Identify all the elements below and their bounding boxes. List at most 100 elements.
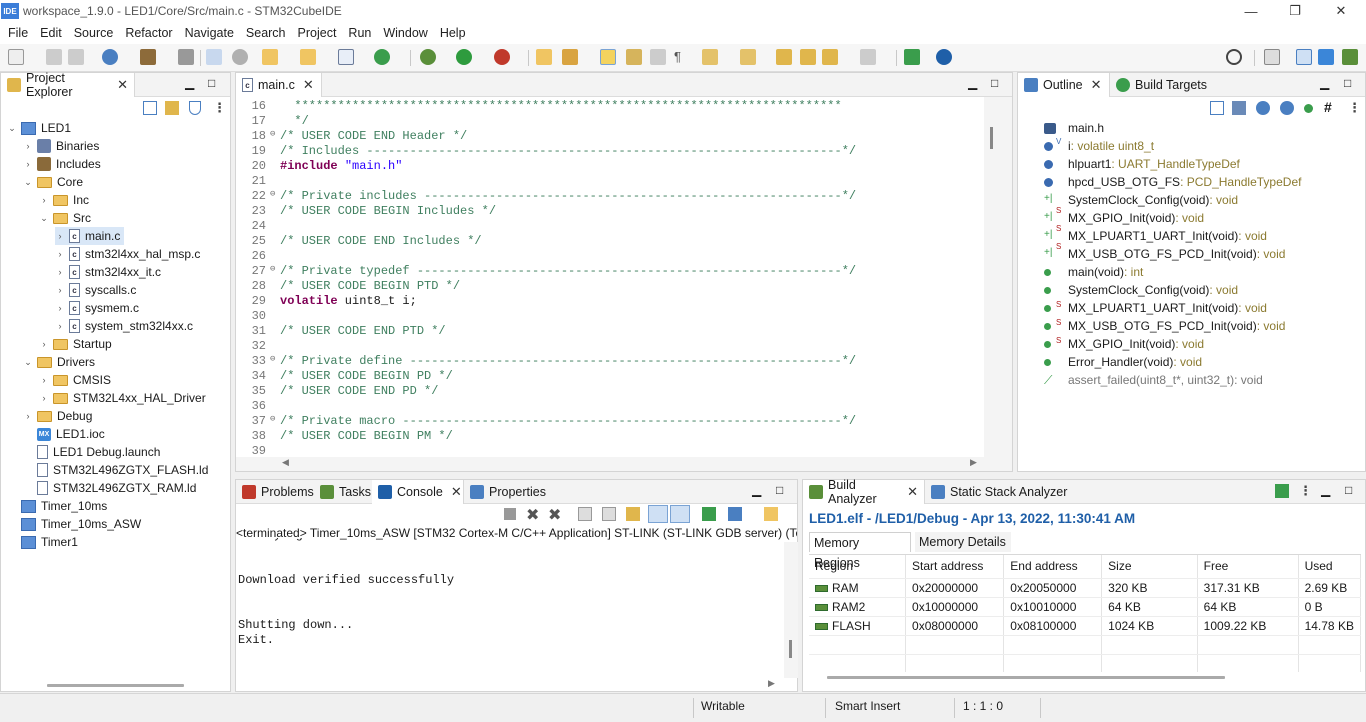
expand-arrow-icon[interactable]: ⌄ (7, 123, 17, 134)
menu-edit[interactable]: Edit (34, 26, 68, 40)
tab-main-c[interactable]: c main.c ✕ (236, 73, 322, 97)
open-perspective-icon[interactable] (904, 49, 920, 65)
collapse-all-icon[interactable] (143, 101, 157, 115)
outline-item[interactable]: SystemClock_Config(void) : void (1044, 281, 1238, 299)
view-menu-icon[interactable]: ⋮ (1299, 483, 1312, 499)
minimize-view-icon[interactable]: ▁ (1321, 483, 1330, 497)
collapse-arrow-icon[interactable]: › (39, 195, 49, 205)
horizontal-scrollbar[interactable]: ◀ ▶ (236, 457, 1012, 471)
maximize-view-icon[interactable]: □ (1344, 76, 1351, 90)
outline-item[interactable]: +| S MX_USB_OTG_FS_PCD_Init(void) : void (1044, 242, 1285, 263)
minimize-view-icon[interactable]: ▁ (185, 76, 194, 90)
scroll-thumb[interactable] (789, 640, 792, 658)
menu-window[interactable]: Window (377, 26, 433, 40)
minimize-view-icon[interactable]: ▁ (1320, 76, 1329, 90)
maximize-view-icon[interactable]: □ (991, 76, 998, 90)
table-row[interactable]: RAM 0x20000000 0x20050000 320 KB 317.31 KB 2.… (809, 578, 1361, 598)
close-icon[interactable]: ✕ (303, 77, 314, 93)
new-source-icon[interactable] (338, 49, 354, 65)
outline-item[interactable]: S MX_LPUART1_UART_Init(void) : void (1044, 299, 1267, 317)
tab-tasks[interactable]: Tasks (314, 480, 372, 504)
back-icon[interactable] (822, 49, 838, 65)
tree-item[interactable]: STM32L496ZGTX_FLASH.ld (23, 461, 208, 479)
remove-launch-icon[interactable]: ✖ (526, 505, 539, 525)
outline-item[interactable]: +| S MX_LPUART1_UART_Init(void) : void (1044, 224, 1267, 245)
column-header[interactable]: Size (1101, 555, 1198, 579)
tab-build-targets[interactable]: Build Targets (1110, 73, 1230, 97)
block-select-icon[interactable] (650, 49, 666, 65)
pin-console-icon[interactable] (702, 507, 716, 521)
minimize-button[interactable]: — (1228, 0, 1274, 22)
outline-item[interactable]: S MX_USB_OTG_FS_PCD_Init(void) : void (1044, 317, 1285, 335)
tab-outline[interactable]: Outline ✕ (1018, 73, 1110, 97)
tree-item[interactable]: LED1 Debug.launch (23, 443, 160, 461)
menu-help[interactable]: Help (434, 26, 472, 40)
forward-icon[interactable] (860, 49, 876, 65)
debug-bug-icon[interactable] (420, 49, 436, 65)
tree-item[interactable]: ⌄ Core (23, 173, 83, 191)
menu-search[interactable]: Search (240, 26, 292, 40)
close-icon[interactable]: ✕ (451, 484, 462, 500)
table-row[interactable]: RAM2 0x10000000 0x10010000 64 KB 64 KB 0 B (809, 597, 1361, 617)
maximize-view-icon[interactable]: □ (208, 76, 215, 90)
forward-edit-icon[interactable] (800, 49, 816, 65)
tree-item[interactable]: › c main.c (55, 227, 125, 245)
clear-console-icon[interactable] (578, 507, 592, 521)
code-editor[interactable]: 16 *************************************… (236, 99, 984, 457)
outline-item[interactable]: ⟋ assert_failed(uint8_t*, uint32_t) : voi… (1044, 371, 1263, 389)
tree-item[interactable]: MX LED1.ioc (23, 425, 105, 443)
tree-item[interactable]: ⌄ LED1 (7, 119, 71, 137)
mark-occurrences-icon[interactable] (600, 49, 616, 65)
fold-icon[interactable]: ⊖ (270, 129, 280, 144)
close-icon[interactable]: ✕ (1091, 77, 1102, 93)
open-element-icon[interactable] (562, 49, 578, 65)
link-editor-icon[interactable] (165, 101, 179, 115)
outline-item[interactable]: +| S MX_GPIO_Init(void) : void (1044, 206, 1204, 227)
tree-item[interactable]: › c system_stm32l4xx.c (55, 317, 193, 335)
column-header[interactable]: Region (809, 555, 907, 579)
fold-icon[interactable]: ⊖ (270, 264, 280, 279)
menu-project[interactable]: Project (292, 26, 343, 40)
outline-item[interactable]: main(void) : int (1044, 263, 1143, 281)
tree-item[interactable]: › Binaries (23, 137, 99, 155)
tree-item[interactable]: › STM32L4xx_HAL_Driver (39, 389, 206, 407)
close-icon[interactable]: ✕ (907, 484, 918, 500)
tree-item[interactable]: Timer_10ms_ASW (7, 515, 141, 533)
remove-all-icon[interactable]: ✖ (548, 505, 561, 525)
tree-item[interactable]: › Debug (23, 407, 93, 425)
debug-perspective-icon[interactable] (1342, 49, 1358, 65)
build-config-icon[interactable] (178, 49, 194, 65)
menu-refactor[interactable]: Refactor (119, 26, 178, 40)
collapse-arrow-icon[interactable]: › (55, 231, 65, 241)
external-tools-icon[interactable] (494, 49, 510, 65)
maximize-view-icon[interactable]: □ (1345, 483, 1352, 497)
menu-file[interactable]: File (2, 26, 34, 40)
expand-arrow-icon[interactable]: ⌄ (23, 177, 33, 188)
open-type-icon[interactable] (536, 49, 552, 65)
outline-item[interactable]: Error_Handler(void) : void (1044, 353, 1202, 371)
tab-console[interactable]: Console ✕ (372, 480, 464, 504)
show-on-stderr-icon[interactable] (670, 505, 690, 523)
tab-static-stack-analyzer[interactable]: Static Stack Analyzer (925, 480, 1075, 504)
hide-fields-icon[interactable] (1256, 101, 1270, 115)
vertical-scrollbar[interactable] (784, 542, 798, 678)
scroll-right-icon[interactable]: ▶ (768, 678, 775, 689)
new-folder-icon[interactable] (300, 49, 316, 65)
hide-static-icon[interactable] (1280, 101, 1294, 115)
scroll-thumb[interactable] (990, 127, 993, 149)
show-on-stdout-icon[interactable] (648, 505, 668, 523)
search-icon[interactable] (1226, 49, 1242, 65)
collapse-arrow-icon[interactable]: › (55, 267, 65, 277)
search-debug-icon[interactable] (206, 49, 222, 65)
fold-icon[interactable]: ⊖ (270, 189, 280, 204)
maximize-button[interactable]: ❐ (1272, 0, 1318, 22)
next-annotation-icon[interactable] (702, 49, 718, 65)
new-project-icon[interactable] (262, 49, 278, 65)
tree-item[interactable]: ⌄ Src (39, 209, 91, 227)
mx-perspective-icon[interactable] (1318, 49, 1334, 65)
open-view-icon[interactable] (1275, 484, 1289, 498)
filter-icon[interactable] (189, 101, 201, 115)
tree-item[interactable]: › c stm32l4xx_hal_msp.c (55, 245, 200, 263)
collapse-arrow-icon[interactable]: › (23, 159, 33, 169)
expand-arrow-icon[interactable]: ⌄ (23, 357, 33, 368)
